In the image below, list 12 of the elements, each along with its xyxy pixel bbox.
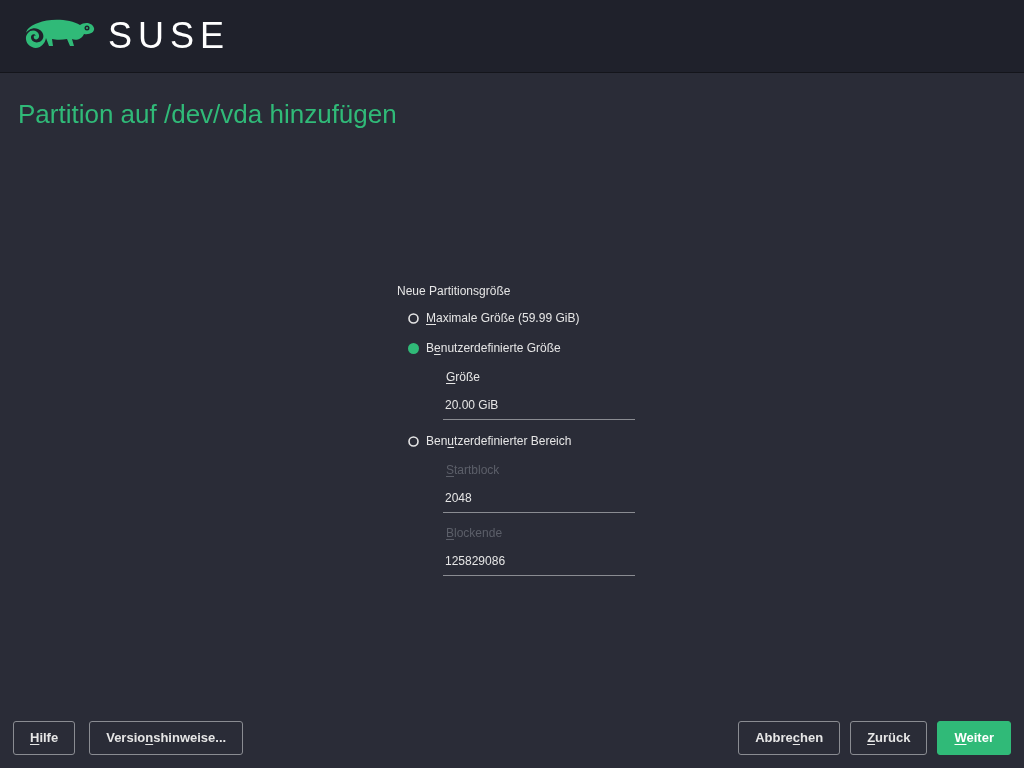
- radio-option[interactable]: Maximale Größe (59.99 GiB): [408, 309, 637, 327]
- input-field[interactable]: 20.00 GiB: [443, 386, 635, 420]
- logo-text: SUSE: [108, 18, 231, 54]
- radio-option[interactable]: Benutzerdefinierte Größe: [408, 339, 637, 357]
- footer-button[interactable]: Zurück: [850, 721, 928, 755]
- page-title: Partition auf /dev/vda hinzufügen: [18, 98, 398, 131]
- footer-button[interactable]: Abbrechen: [738, 721, 841, 755]
- field-label: Größe: [446, 369, 482, 386]
- footer-button[interactable]: Versionshinweise...: [89, 721, 244, 755]
- radio-option[interactable]: Benutzerdefinierter Bereich: [408, 432, 637, 450]
- group-label: Neue Partitionsgröße: [397, 283, 512, 300]
- footer-button[interactable]: Hilfe: [13, 721, 76, 755]
